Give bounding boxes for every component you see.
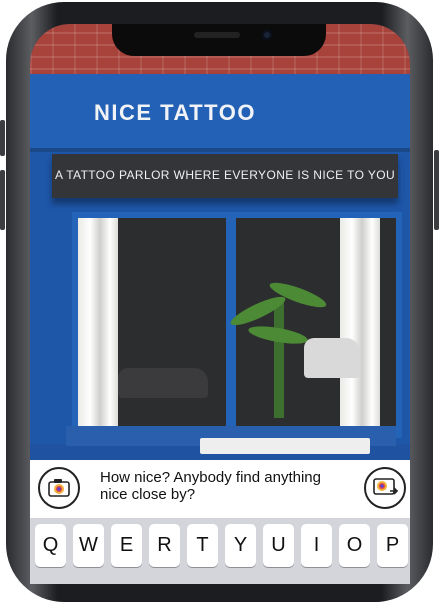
key-r[interactable]: R	[149, 524, 180, 567]
key-p[interactable]: P	[377, 524, 408, 567]
curtain-right	[340, 218, 380, 432]
phone-screen: NICE TATTOO A TATTOO PARLOR WHERE EVERYO…	[30, 24, 410, 584]
phone-side-button	[0, 120, 5, 156]
awning: A TATTOO PARLOR WHERE EVERYONE IS NICE T…	[52, 154, 398, 198]
key-i[interactable]: I	[301, 524, 332, 567]
curtain-left	[78, 218, 118, 432]
key-q[interactable]: Q	[35, 524, 66, 567]
parked-car	[304, 338, 360, 378]
key-e[interactable]: E	[111, 524, 142, 567]
camera-button[interactable]	[38, 467, 80, 509]
message-text: How nice? Anybody find anything nice clo…	[100, 469, 321, 503]
send-photo-icon	[366, 478, 404, 511]
shop-sign: NICE TATTOO	[94, 100, 256, 125]
camera-icon	[40, 479, 78, 511]
speaker-grille	[194, 32, 240, 38]
key-u[interactable]: U	[263, 524, 294, 567]
key-w[interactable]: W	[73, 524, 104, 567]
phone-side-button	[0, 170, 5, 230]
bench	[200, 438, 370, 454]
awning-text: A TATTOO PARLOR WHERE EVERYONE IS NICE T…	[54, 168, 396, 182]
key-y[interactable]: Y	[225, 524, 256, 567]
phone-side-button	[434, 150, 439, 230]
send-photo-button[interactable]	[364, 467, 406, 509]
shop-window	[72, 212, 402, 438]
message-bar: How nice? Anybody find anything nice clo…	[30, 460, 410, 518]
parked-car	[118, 368, 208, 398]
keyboard: Q W E R T Y U I O P	[30, 518, 410, 584]
key-o[interactable]: O	[339, 524, 370, 567]
front-camera	[262, 30, 272, 40]
phone-notch	[112, 24, 326, 56]
plant	[274, 298, 284, 418]
key-t[interactable]: T	[187, 524, 218, 567]
